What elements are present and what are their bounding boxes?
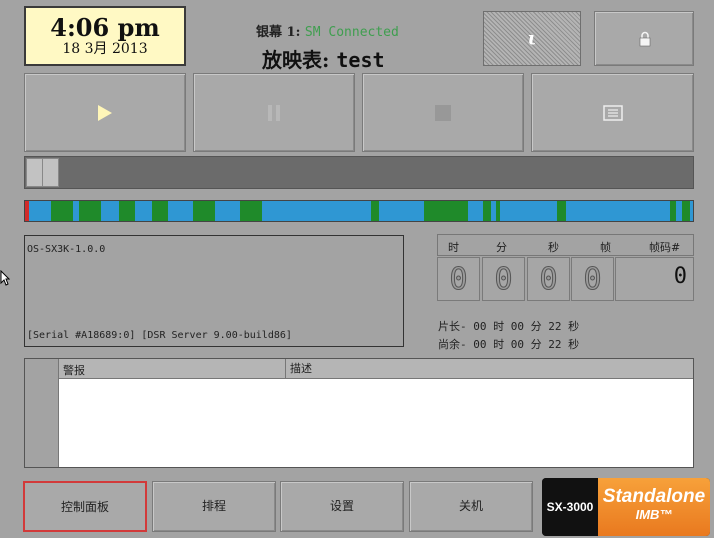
- shutdown-button[interactable]: 关机: [409, 481, 533, 532]
- device-model: OS-SX3K-1.0.0: [27, 244, 106, 255]
- minute-header: 分: [496, 241, 507, 254]
- timeline-segment: [152, 201, 168, 221]
- screen-status: 银幕 1: SM Connected: [256, 21, 399, 40]
- clock-display: 4:06 pm 18 3月 2013: [24, 6, 186, 66]
- control-panel-button[interactable]: 控制面板: [23, 481, 147, 532]
- description-column-header[interactable]: 描述: [285, 359, 312, 378]
- info-button[interactable]: ι: [483, 11, 581, 66]
- playlist-button[interactable]: [531, 73, 694, 152]
- timecode-display: 0 0 0 0 0: [437, 257, 694, 301]
- remaining-readout: 尚余- 00 时 00 分 22 秒: [438, 338, 580, 351]
- logo-line2: IMB™: [635, 507, 673, 522]
- timeline-segment: [496, 201, 500, 221]
- second-header: 秒: [548, 241, 559, 254]
- timeline-segment: [371, 201, 379, 221]
- play-button[interactable]: [24, 73, 186, 152]
- timeline-segment: [119, 201, 135, 221]
- frame-code: 0: [615, 257, 694, 301]
- sx3000-logo: SX-3000 Standalone IMB™: [542, 478, 710, 536]
- device-info-panel: OS-SX3K-1.0.0 [Serial #A18689:0] [DSR Se…: [24, 235, 404, 347]
- timeline-segment: [79, 201, 101, 221]
- playlist-name: test: [336, 48, 385, 72]
- screen-label: 银幕 1:: [256, 25, 301, 40]
- info-icon: ι: [527, 28, 537, 49]
- playback-slider[interactable]: [24, 156, 694, 189]
- mouse-cursor-icon: [0, 270, 10, 286]
- list-icon: [602, 104, 623, 121]
- logo-line1: Standalone: [602, 486, 706, 507]
- timeline-segment: [193, 201, 215, 221]
- frame-header: 帧: [600, 241, 611, 254]
- logo-brand: Standalone IMB™: [598, 478, 710, 536]
- lock-button[interactable]: [594, 11, 694, 66]
- schedule-button[interactable]: 排程: [152, 481, 276, 532]
- alarm-table[interactable]: 警报 描述: [24, 358, 694, 468]
- settings-button[interactable]: 设置: [280, 481, 404, 532]
- stop-icon: [435, 104, 451, 121]
- playlist-label: 放映表:: [262, 48, 330, 72]
- alarm-row-gutter: [25, 359, 59, 467]
- slider-handle[interactable]: [26, 158, 59, 187]
- stop-button[interactable]: [362, 73, 524, 152]
- timeline-marker: [25, 201, 29, 221]
- timeline-segment: [424, 201, 468, 221]
- pause-icon: [268, 104, 280, 121]
- duration-readout: 片长- 00 时 00 分 22 秒: [438, 320, 580, 333]
- lock-icon: [639, 31, 651, 47]
- timeline-segment: [51, 201, 73, 221]
- minute-digit: 0: [482, 257, 525, 301]
- logo-model: SX-3000: [542, 478, 598, 536]
- connection-status: SM Connected: [304, 25, 399, 40]
- timecode-headers: 时 分 秒 帧 帧码#: [437, 234, 694, 256]
- frame-code-header: 帧码#: [649, 241, 681, 254]
- timeline-segment: [557, 201, 566, 221]
- timeline-segment: [670, 201, 676, 221]
- timeline-segment: [483, 201, 491, 221]
- alarm-table-body[interactable]: [59, 379, 693, 467]
- device-serial: [Serial #A18689:0] [DSR Server 9.00-buil…: [27, 330, 292, 341]
- playlist-title: 放映表: test: [262, 44, 385, 73]
- play-icon: [98, 104, 112, 121]
- timeline-segment: [682, 201, 690, 221]
- clock-time: 4:06 pm: [50, 13, 160, 42]
- pause-button[interactable]: [193, 73, 355, 152]
- alarm-column-header[interactable]: 警报: [63, 362, 85, 378]
- hour-digit: 0: [437, 257, 480, 301]
- frame-digit: 0: [571, 257, 614, 301]
- timeline-segment: [240, 201, 262, 221]
- hour-header: 时: [448, 241, 459, 254]
- playlist-timeline[interactable]: [24, 200, 694, 222]
- clock-date: 18 3月 2013: [62, 41, 148, 57]
- alarm-table-header: 警报 描述: [59, 359, 693, 379]
- second-digit: 0: [527, 257, 570, 301]
